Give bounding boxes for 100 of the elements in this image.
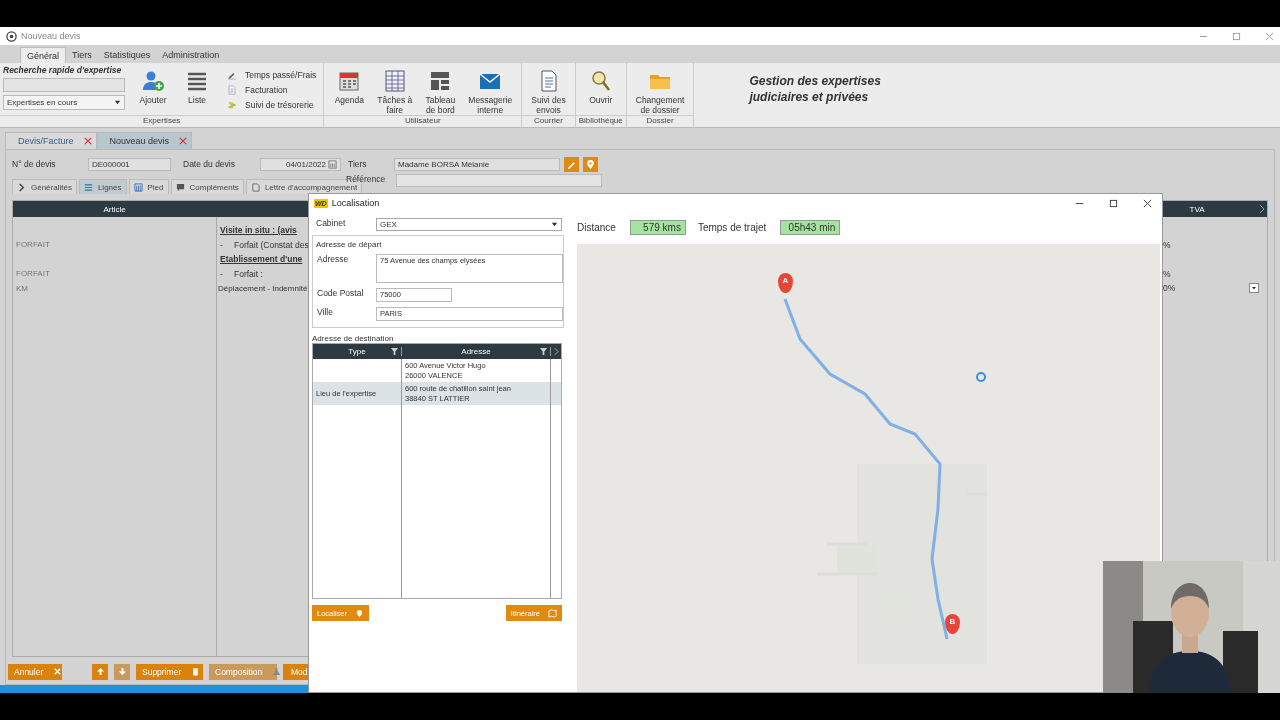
caret-icon	[114, 99, 121, 106]
brand-tagline: Gestion des expertises judiciaires et privées	[747, 73, 881, 106]
travel-time-label: Temps de trajet	[697, 222, 767, 233]
table-cell-text: FORFAIT	[15, 240, 50, 250]
bullet-mark: -	[219, 239, 224, 250]
ribbon-button[interactable]: Ajouter	[131, 65, 175, 115]
ribbon-button[interactable]: Changement de dossier	[629, 65, 691, 115]
ribbon-button[interactable]: Tâches à faire	[371, 65, 419, 115]
quick-search-title: Recherche rapide d'expertise	[3, 65, 123, 75]
column-header: TVA	[1188, 204, 1206, 214]
close-icon[interactable]	[179, 137, 188, 145]
table-cell-text: Déplacement - Indemnité	[217, 283, 308, 293]
flask-icon	[272, 667, 282, 676]
field-label: Tiers	[348, 159, 368, 169]
table-cell: 0%	[1163, 283, 1176, 294]
ribbon-button[interactable]: Suivi des envois	[525, 65, 572, 115]
bullet-mark: -	[219, 268, 224, 279]
table-cell-text: Visite in situ : (avis	[219, 225, 297, 236]
input-field[interactable]: Madame BORSA Mélanie	[394, 157, 560, 171]
ribbon-button[interactable]: Liste	[175, 65, 219, 115]
field-label: Code Postal	[316, 288, 365, 298]
map-icon	[548, 608, 557, 618]
field-label: Adresse	[316, 254, 350, 264]
filter-icon[interactable]	[391, 348, 398, 355]
ribbon-tab[interactable]: Statistiques	[97, 47, 157, 63]
distance-label: Distance	[577, 222, 616, 233]
ribbon-button[interactable]: Agenda	[327, 65, 372, 115]
ribbon-button[interactable]: Ouvrir	[578, 65, 623, 115]
input-field[interactable]: 04/01/2022	[260, 157, 341, 171]
ribbon-link[interactable]: Facturation	[227, 85, 317, 95]
quick-search-field[interactable]	[3, 78, 125, 92]
distance-value: 579 kms	[629, 220, 686, 235]
list-icon	[83, 182, 93, 192]
column-header: Article	[102, 204, 127, 214]
close-button[interactable]	[1143, 198, 1152, 208]
document-icon	[250, 182, 260, 192]
field-label: Ville	[316, 307, 334, 317]
column-header: Type	[313, 347, 402, 356]
input-field[interactable]	[396, 174, 603, 187]
table-cell-text: FORFAIT	[15, 269, 50, 279]
input-field[interactable]: DE000001	[88, 157, 171, 171]
cabinet-dropdown[interactable]: GEX	[376, 218, 562, 231]
travel-time-value: 05h43 min	[780, 220, 841, 235]
arrow-down-icon	[117, 667, 127, 676]
field-label: Cabinet	[315, 218, 347, 228]
group-label: Utilisateur	[324, 115, 522, 127]
field-label: N° de devis	[12, 159, 57, 169]
calendar-icon	[337, 69, 362, 93]
field-label: Date du devis	[183, 159, 236, 169]
group-label: Bibliothèque	[575, 115, 626, 127]
ribbon-link[interactable]: Suivi de trésorerie	[227, 100, 317, 111]
filter-icon[interactable]	[540, 348, 547, 355]
table-icon	[382, 69, 407, 93]
table-cell: %	[1163, 239, 1171, 250]
table-cell: Forfait :	[234, 268, 263, 279]
sub-tab[interactable]: Lignes	[78, 179, 127, 194]
document-tab[interactable]: Devis/Facture	[5, 132, 97, 149]
fieldset-legend: Adresse de départ	[313, 240, 563, 249]
close-icon	[53, 667, 63, 676]
sub-tab[interactable]: Pied	[128, 179, 169, 194]
ribbon-tab[interactable]: Général	[20, 47, 67, 63]
table-cell-text: Etablissement d'une	[219, 254, 303, 265]
move-up-button[interactable]	[92, 663, 108, 680]
trash-icon	[191, 667, 201, 676]
ribbon-button[interactable]: Messagerie interne	[462, 65, 519, 115]
caret-icon	[551, 221, 558, 228]
document-tab[interactable]: Nouveau devis	[96, 132, 193, 149]
arrow-up-icon	[95, 667, 105, 676]
chevron-icon[interactable]	[554, 347, 559, 356]
user-plus-icon	[141, 69, 165, 93]
ribbon-tab[interactable]: Administration	[156, 47, 226, 63]
speech-bubble-icon	[175, 182, 185, 192]
sub-tab[interactable]: Compléments	[170, 179, 244, 194]
group-label: Courrier	[522, 115, 575, 127]
filter-dropdown[interactable]: Expertises en cours	[3, 95, 125, 110]
group-label: Dossier	[626, 115, 694, 127]
chevron-icon[interactable]	[1259, 204, 1265, 214]
dropdown-button[interactable]	[1249, 283, 1259, 294]
ribbon-button[interactable]: Tableau de bord	[418, 65, 463, 115]
column-header: Adresse	[402, 347, 551, 356]
section-title: Adresse de destination	[312, 334, 395, 343]
window-title: Nouveau devis	[21, 31, 81, 41]
location-button[interactable]	[583, 156, 598, 172]
coins-icon	[227, 100, 237, 111]
chevron-icon	[17, 182, 26, 192]
ribbon-tab[interactable]: Tiers	[66, 47, 98, 63]
close-icon[interactable]	[83, 137, 92, 145]
table-cell: Forfait (Constat des	[234, 239, 309, 250]
edit-button[interactable]	[564, 156, 579, 172]
pin-icon	[355, 608, 364, 618]
bar-chart-icon	[133, 182, 143, 192]
sub-tab[interactable]: Généralités	[12, 179, 77, 194]
calendar-icon[interactable]	[328, 159, 337, 169]
app-icon	[6, 30, 17, 42]
pin-icon	[585, 158, 596, 170]
dialog-title: Localisation	[331, 198, 380, 208]
maximize-button[interactable]	[1109, 198, 1118, 208]
ribbon-link[interactable]: Temps passé/Frais	[227, 69, 317, 80]
group-label: Expertises	[0, 115, 324, 127]
table-cell: %	[1163, 268, 1171, 279]
